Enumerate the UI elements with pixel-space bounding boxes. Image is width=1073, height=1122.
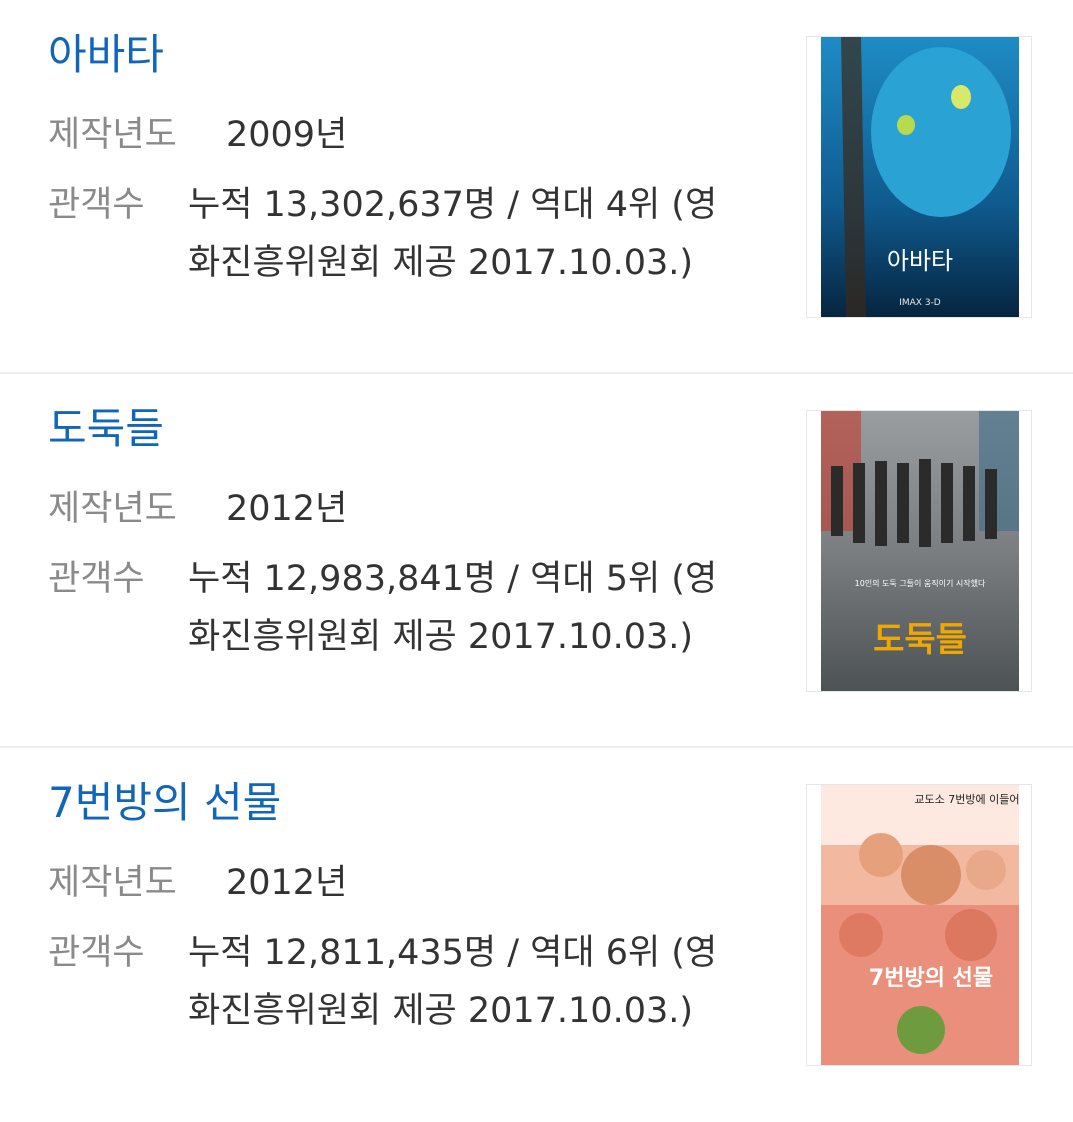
audience-label: 관객수 <box>48 185 145 225</box>
movie-poster[interactable]: 교도소 7번방에 이들어 왔다! 7번방의 선물 <box>806 784 1032 1066</box>
movie-card[interactable]: 도둑들 제작년도 2012년 관객수 누적 12,983,841명 / 역대 5… <box>0 374 1073 748</box>
poster-title-text: 도둑들 <box>873 620 967 660</box>
production-year-value: 2009년 <box>226 115 348 155</box>
poster-small-text: 10인의 도둑 그들이 움직이기 시작했다 <box>855 578 986 588</box>
movie-poster[interactable]: 아바타 IMAX 3-D <box>806 36 1032 318</box>
production-year-label: 제작년도 <box>48 863 177 903</box>
movie-list: 아바타 제작년도 2009년 관객수 누적 13,302,637명 / 역대 4… <box>0 0 1073 1122</box>
movie-card[interactable]: 7번방의 선물 제작년도 2012년 관객수 누적 12,811,435명 / … <box>0 748 1073 1122</box>
poster-small-text: IMAX 3-D <box>899 298 941 308</box>
audience-label: 관객수 <box>48 559 145 599</box>
poster-image: 교도소 7번방에 이들어 왔다! 7번방의 선물 <box>821 785 1019 1065</box>
production-year-label: 제작년도 <box>48 115 177 155</box>
movie-poster[interactable]: 10인의 도둑 그들이 움직이기 시작했다 도둑들 <box>806 410 1032 692</box>
audience-label: 관객수 <box>48 933 145 973</box>
movie-card[interactable]: 아바타 제작년도 2009년 관객수 누적 13,302,637명 / 역대 4… <box>0 0 1073 374</box>
production-year-value: 2012년 <box>226 489 348 529</box>
production-year-label: 제작년도 <box>48 489 177 529</box>
poster-title-text: 아바타 <box>887 247 953 275</box>
audience-value: 누적 13,302,637명 / 역대 4위 (영화진흥위원회 제공 2017.… <box>188 185 718 283</box>
audience-value: 누적 12,983,841명 / 역대 5위 (영화진흥위원회 제공 2017.… <box>188 559 718 657</box>
movie-title[interactable]: 도둑들 <box>48 402 164 456</box>
poster-image: 아바타 IMAX 3-D <box>821 37 1019 317</box>
movie-title[interactable]: 아바타 <box>48 28 164 82</box>
poster-image: 10인의 도둑 그들이 움직이기 시작했다 도둑들 <box>821 411 1019 691</box>
production-year-value: 2012년 <box>226 863 348 903</box>
audience-value: 누적 12,811,435명 / 역대 6위 (영화진흥위원회 제공 2017.… <box>188 933 718 1031</box>
poster-small-text: 교도소 7번방에 이들어 왔다! <box>914 793 1019 806</box>
poster-title-text: 7번방의 선물 <box>869 966 993 991</box>
movie-title[interactable]: 7번방의 선물 <box>48 776 281 830</box>
